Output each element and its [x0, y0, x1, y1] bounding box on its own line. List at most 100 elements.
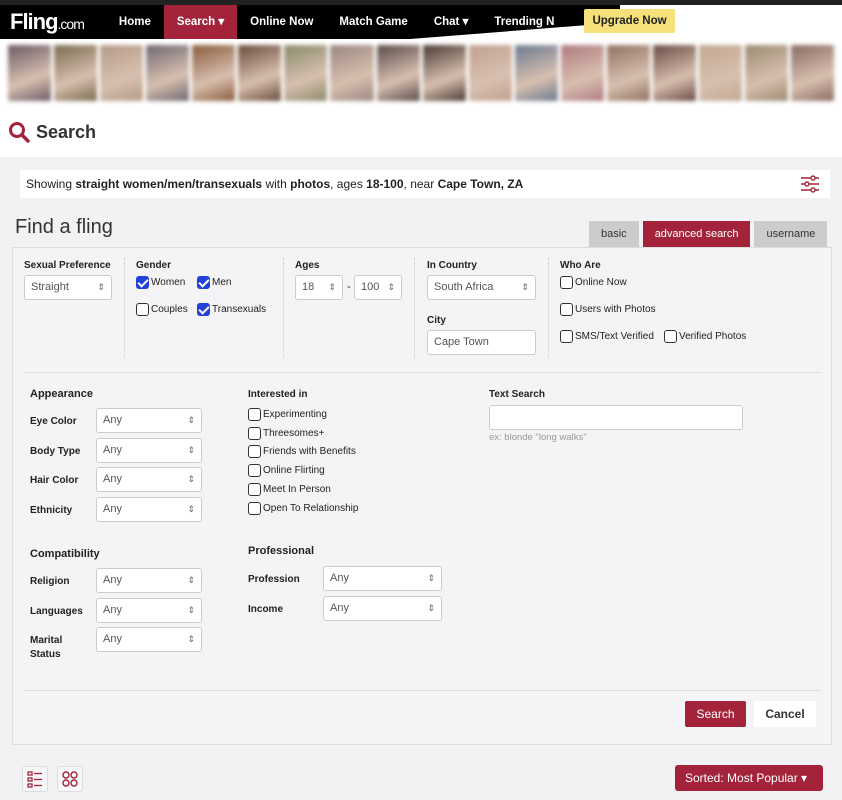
checkbox[interactable]: [248, 408, 261, 421]
field-select[interactable]: Any ⇕: [96, 496, 202, 522]
profile-photo[interactable]: [606, 45, 650, 101]
cancel-button[interactable]: Cancel: [754, 701, 816, 727]
tab-advanced-search[interactable]: advanced search: [642, 221, 751, 247]
profile-photo[interactable]: [330, 45, 374, 101]
checkbox[interactable]: [136, 303, 149, 316]
field-label: Languages: [30, 605, 83, 617]
field-select[interactable]: Any ⇕: [96, 408, 202, 433]
verified-photos-checkbox[interactable]: Verified Photos: [664, 330, 746, 343]
who-are-label: Who Are: [560, 260, 601, 271]
profile-photo[interactable]: [238, 45, 282, 101]
online-now-checkbox[interactable]: Online Now: [560, 276, 627, 289]
ages-separator: -: [347, 281, 351, 293]
field-label: Ethnicity: [30, 504, 73, 516]
checkbox[interactable]: [560, 276, 573, 289]
checkbox-checked[interactable]: [197, 276, 210, 289]
search-button[interactable]: Search: [685, 701, 746, 727]
interested-title: Interested in: [248, 389, 308, 400]
divider: [283, 258, 284, 358]
logo[interactable]: Fling.com: [10, 9, 85, 35]
updown-icon: ⇕: [427, 602, 435, 613]
profile-photo[interactable]: [100, 45, 144, 101]
checkbox[interactable]: [248, 482, 261, 496]
nav-online-now[interactable]: Online Now: [237, 5, 326, 39]
profile-photo[interactable]: [284, 45, 328, 101]
ages-label: Ages: [295, 260, 320, 271]
gender-couples-checkbox[interactable]: Couples: [136, 303, 188, 316]
sexual-preference-select[interactable]: Straight ⇕: [24, 275, 112, 300]
profile-photo[interactable]: [560, 45, 604, 101]
interest-checkbox[interactable]: Online Flirting: [248, 464, 325, 478]
sms-verified-checkbox[interactable]: SMS/Text Verified: [560, 330, 654, 343]
profile-photo[interactable]: [8, 45, 52, 101]
field-select[interactable]: Any ⇕: [96, 597, 202, 623]
gender-transexuals-checkbox[interactable]: Transexuals: [197, 303, 266, 316]
field-select[interactable]: Any ⇕: [96, 437, 202, 463]
sexual-preference-label: Sexual Preference: [24, 260, 111, 271]
tab-basic[interactable]: basic: [589, 221, 639, 247]
updown-icon: ⇕: [187, 474, 195, 484]
filter-settings-icon[interactable]: [800, 175, 820, 193]
age-max-select[interactable]: 100 ⇕: [354, 275, 402, 300]
profile-photo[interactable]: [652, 45, 696, 101]
gender-women-checkbox[interactable]: Women: [136, 276, 185, 289]
updown-icon: ⇕: [187, 444, 195, 455]
checkbox[interactable]: [248, 501, 261, 515]
field-select[interactable]: Any ⇕: [323, 595, 442, 621]
sort-dropdown[interactable]: Sorted: Most Popular ▾: [675, 765, 823, 791]
age-min-select[interactable]: 18 ⇕: [295, 275, 343, 300]
profile-photo[interactable]: [146, 45, 190, 101]
field-select[interactable]: Any ⇕: [96, 467, 202, 492]
field-select[interactable]: Any ⇕: [96, 568, 202, 593]
divider: [124, 258, 125, 358]
checkbox[interactable]: [560, 330, 573, 343]
profile-photo[interactable]: [698, 45, 742, 101]
nav-chat[interactable]: Chat ▾: [421, 5, 482, 39]
checkbox[interactable]: [248, 464, 261, 478]
city-input[interactable]: Cape Town: [427, 330, 536, 355]
checkbox[interactable]: [664, 330, 677, 343]
profile-photo[interactable]: [422, 45, 466, 101]
profile-photo[interactable]: [791, 45, 835, 101]
grid-view-button[interactable]: [57, 766, 83, 792]
list-view-button[interactable]: [22, 766, 48, 792]
checkbox-checked[interactable]: [136, 276, 149, 289]
tab-username[interactable]: username: [754, 221, 828, 247]
interest-checkbox[interactable]: Meet In Person: [248, 482, 331, 496]
nav-home[interactable]: Home: [106, 5, 164, 39]
updown-icon: ⇕: [187, 415, 195, 425]
upgrade-now-button[interactable]: Upgrade Now: [584, 9, 675, 33]
checkbox[interactable]: [248, 426, 261, 440]
country-select[interactable]: South Africa ⇕: [427, 275, 536, 300]
field-select[interactable]: Any ⇕: [323, 566, 442, 591]
text-search-input[interactable]: [489, 405, 743, 430]
profile-photo[interactable]: [514, 45, 558, 101]
search-panel: Sexual Preference Straight ⇕ Gender Women…: [12, 247, 832, 745]
users-with-photos-checkbox[interactable]: Users with Photos: [560, 303, 656, 316]
interest-checkbox[interactable]: Open To Relationship: [248, 501, 358, 515]
compatibility-title: Compatibility: [30, 548, 100, 560]
text-search-hint: ex: blonde "long walks": [489, 432, 587, 443]
profile-photo[interactable]: [376, 45, 420, 101]
find-title: Find a fling: [15, 216, 113, 238]
search-summary: Showing straight women/men/transexuals w…: [20, 170, 830, 198]
interest-checkbox[interactable]: Friends with Benefits: [248, 445, 356, 459]
professional-title: Professional: [248, 545, 315, 557]
profile-photo[interactable]: [192, 45, 236, 101]
interest-checkbox[interactable]: Threesomes+: [248, 426, 324, 440]
profile-photo[interactable]: [468, 45, 512, 101]
profile-photo[interactable]: [745, 45, 789, 101]
field-select[interactable]: Any ⇕: [96, 627, 202, 652]
interest-checkbox[interactable]: Experimenting: [248, 408, 327, 421]
appearance-title: Appearance: [30, 388, 93, 400]
nav-match-game[interactable]: Match Game: [326, 5, 420, 39]
checkbox[interactable]: [248, 445, 261, 459]
nav-search[interactable]: Search ▾: [163, 5, 238, 39]
page-title: Search: [36, 121, 97, 142]
city-label: City: [427, 315, 446, 326]
gender-men-checkbox[interactable]: Men: [197, 276, 231, 289]
checkbox-checked[interactable]: [197, 303, 210, 316]
profile-photo[interactable]: [54, 45, 98, 101]
updown-icon: ⇕: [387, 282, 395, 292]
checkbox[interactable]: [560, 303, 573, 316]
